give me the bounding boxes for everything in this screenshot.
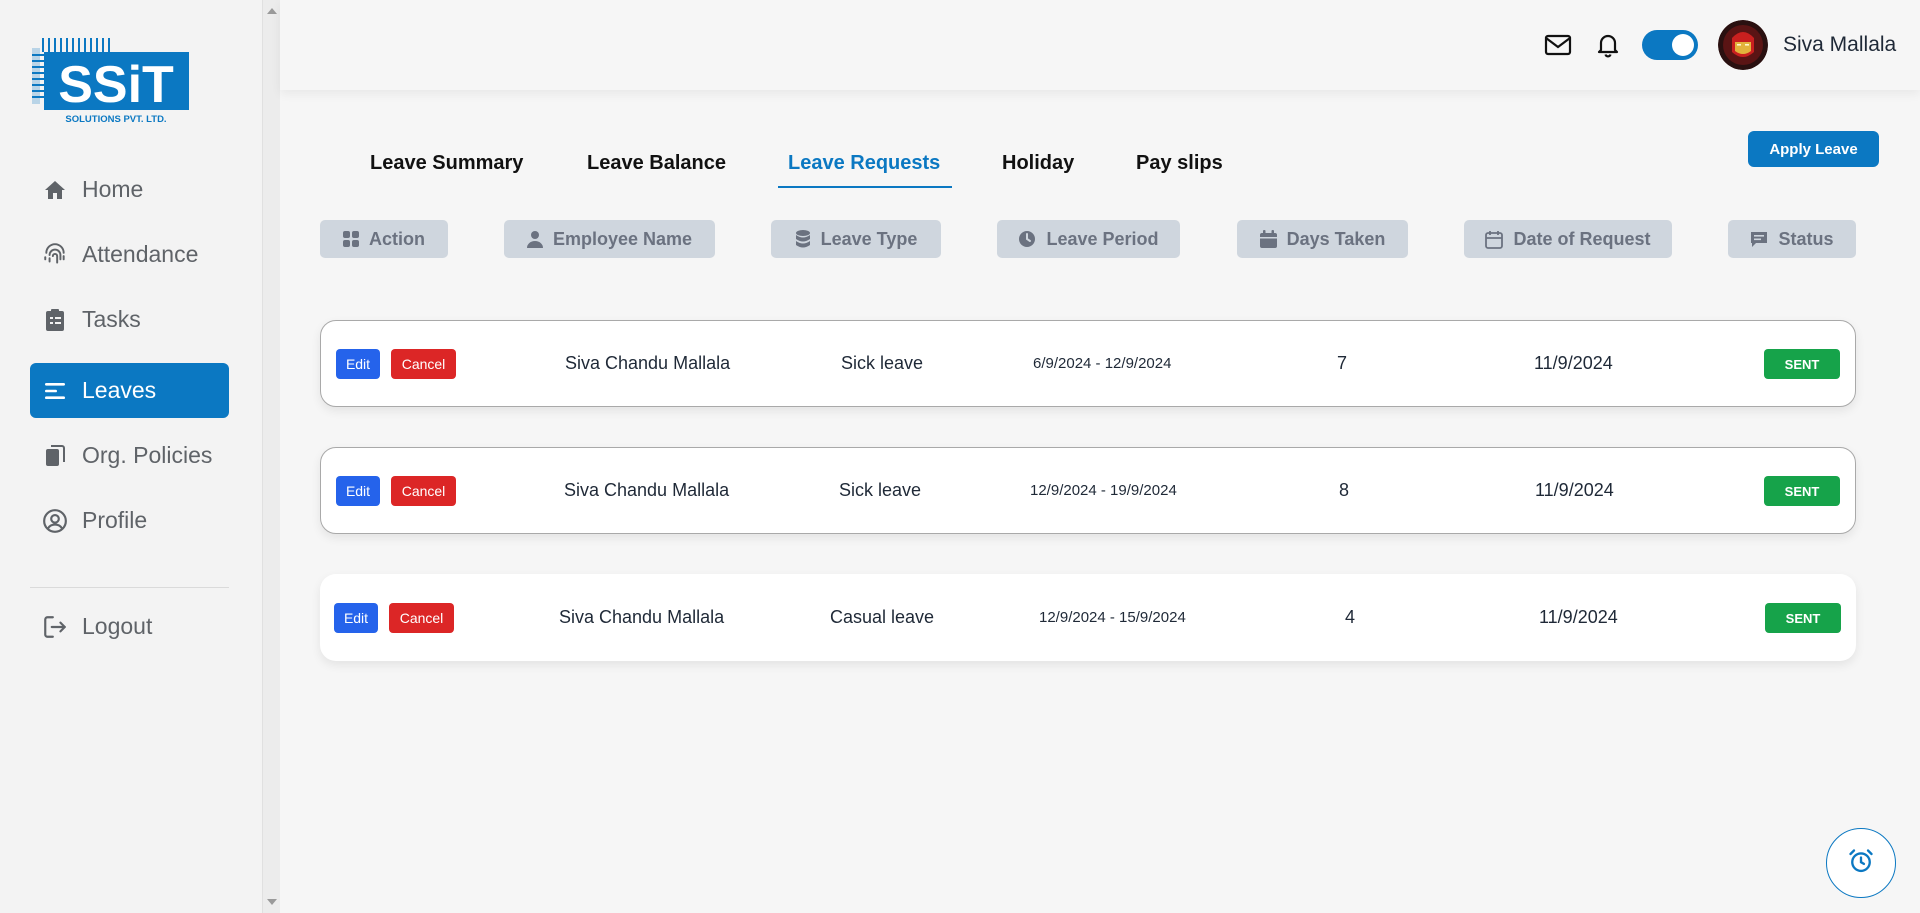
message-icon [1750, 230, 1768, 248]
sidebar-item-label: Tasks [82, 306, 141, 332]
sidebar-item-home[interactable]: Home [30, 162, 229, 217]
home-icon [42, 177, 68, 203]
request-date: 11/9/2024 [1535, 480, 1614, 500]
tab-holiday[interactable]: Holiday [1002, 152, 1074, 175]
apply-leave-button[interactable]: Apply Leave [1748, 131, 1879, 167]
leave-type: Casual leave [830, 607, 935, 627]
clipboard-icon [42, 307, 68, 333]
person-icon [526, 230, 543, 248]
edit-button[interactable]: Edit [336, 476, 380, 506]
sidebar-scrollbar[interactable] [262, 0, 280, 913]
request-date: 11/9/2024 [1534, 353, 1613, 373]
theme-toggle[interactable] [1642, 30, 1698, 60]
avatar[interactable] [1718, 20, 1768, 70]
table-row: Edit Cancel Siva Chandu Mallala Sick lea… [320, 320, 1856, 407]
employee-name: Siva Chandu Mallala [565, 353, 731, 373]
logout-button[interactable]: Logout [30, 599, 229, 654]
column-header-label: Status [1778, 228, 1834, 249]
sidebar-item-label: Home [82, 176, 144, 202]
column-header-label: Leave Type [820, 228, 918, 249]
tab-leave-requests[interactable]: Leave Requests [788, 152, 940, 175]
database-icon [795, 230, 811, 248]
grid-icon [343, 231, 359, 247]
leave-period: 6/9/2024 - 12/9/2024 [1033, 355, 1172, 372]
sidebar: SSiT SOLUTIONS PVT. LTD. Home Attendance… [0, 0, 262, 913]
user-circle-icon [42, 508, 68, 534]
sidebar-item-label: Leaves [82, 377, 157, 403]
column-header-label: Days Taken [1286, 228, 1386, 249]
column-header-label: Date of Request [1513, 228, 1651, 249]
mail-icon[interactable] [1543, 30, 1573, 60]
status-badge: SENT [1764, 476, 1840, 506]
cancel-button[interactable]: Cancel [391, 349, 456, 379]
status-badge: SENT [1765, 603, 1841, 633]
leave-period: 12/9/2024 - 19/9/2024 [1030, 482, 1177, 499]
logout-label: Logout [82, 613, 153, 639]
calendar-outline-icon [1485, 230, 1504, 249]
employee-name: Siva Chandu Mallala [564, 480, 730, 500]
clock-icon [1018, 230, 1036, 248]
active-tab-indicator [778, 186, 952, 188]
toggle-knob [1672, 34, 1694, 56]
table-row: Edit Cancel Siva Chandu Mallala Casual l… [320, 574, 1856, 661]
cancel-button[interactable]: Cancel [389, 603, 454, 633]
employee-name: Siva Chandu Mallala [559, 607, 725, 627]
bell-icon[interactable] [1593, 30, 1623, 60]
cancel-button[interactable]: Cancel [391, 476, 456, 506]
leave-type: Sick leave [839, 480, 922, 500]
column-header-date-of-request[interactable]: Date of Request [1464, 220, 1672, 258]
column-header-action[interactable]: Action [320, 220, 448, 258]
bars-icon [42, 378, 68, 404]
sidebar-item-label: Attendance [82, 241, 199, 267]
sidebar-item-label: Org. Policies [82, 442, 213, 468]
column-header-days-taken[interactable]: Days Taken [1237, 220, 1408, 258]
company-logo[interactable]: SSiT SOLUTIONS PVT. LTD. [32, 36, 192, 126]
tab-pay-slips[interactable]: Pay slips [1136, 152, 1223, 175]
leave-type: Sick leave [841, 353, 924, 373]
leave-period: 12/9/2024 - 15/9/2024 [1039, 609, 1186, 626]
tab-leave-balance[interactable]: Leave Balance [587, 152, 726, 175]
column-header-label: Leave Period [1046, 228, 1159, 249]
sidebar-item-attendance[interactable]: Attendance [30, 227, 229, 282]
edit-button[interactable]: Edit [334, 603, 378, 633]
column-header-label: Employee Name [552, 228, 693, 249]
days-taken: 4 [1345, 607, 1356, 627]
fingerprint-icon [42, 242, 68, 268]
sidebar-item-label: Profile [82, 507, 148, 533]
column-header-leave-period[interactable]: Leave Period [997, 220, 1180, 258]
request-date: 11/9/2024 [1539, 607, 1618, 627]
column-header-label: Action [369, 228, 425, 249]
calendar-icon [1259, 230, 1277, 248]
user-name[interactable]: Siva Mallala [1783, 33, 1896, 57]
sidebar-item-org-policies[interactable]: Org. Policies [30, 428, 229, 483]
days-taken: 8 [1339, 480, 1350, 500]
sidebar-item-profile[interactable]: Profile [30, 493, 229, 548]
scroll-down-arrow[interactable] [267, 899, 277, 905]
edit-button[interactable]: Edit [336, 349, 380, 379]
sidebar-divider [30, 587, 229, 588]
sidebar-item-leaves[interactable]: Leaves [30, 363, 229, 418]
column-header-status[interactable]: Status [1728, 220, 1856, 258]
column-header-leave-type[interactable]: Leave Type [771, 220, 941, 258]
svg-text:SOLUTIONS PVT. LTD.: SOLUTIONS PVT. LTD. [65, 114, 166, 125]
tab-leave-summary[interactable]: Leave Summary [370, 152, 523, 175]
sidebar-item-tasks[interactable]: Tasks [30, 292, 229, 347]
alarm-clock-icon [1847, 847, 1875, 880]
svg-text:SSiT: SSiT [58, 56, 174, 114]
logout-icon [42, 614, 68, 640]
scroll-up-arrow[interactable] [267, 8, 277, 14]
reminder-fab-button[interactable] [1826, 828, 1896, 898]
column-header-employee-name[interactable]: Employee Name [504, 220, 715, 258]
days-taken: 7 [1337, 353, 1348, 373]
status-badge: SENT [1764, 349, 1840, 379]
table-row: Edit Cancel Siva Chandu Mallala Sick lea… [320, 447, 1856, 534]
documents-icon [42, 443, 68, 469]
